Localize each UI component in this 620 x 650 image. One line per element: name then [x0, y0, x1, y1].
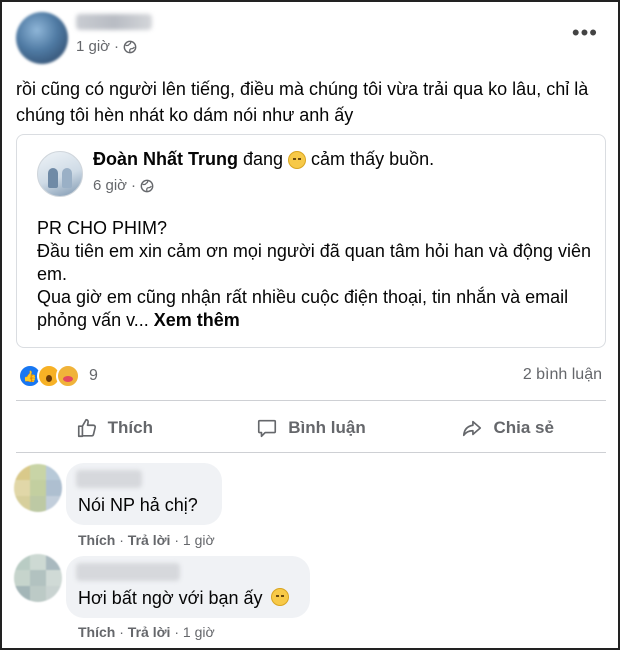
post-text: rồi cũng có người lên tiếng, điều mà chú… — [16, 79, 589, 125]
shared-author-avatar[interactable] — [37, 151, 83, 197]
comment-actions: Thích · Trả lời · 1 giờ — [78, 624, 215, 640]
shared-line: Qua giờ em cũng nhận rất nhiều cuộc điện… — [37, 287, 569, 330]
like-button[interactable]: Thích — [16, 408, 213, 448]
shared-post-card[interactable]: Đoàn Nhất Trung đang cảm thấy buồn. 6 gi… — [16, 134, 606, 348]
ellipsis-icon: ••• — [571, 20, 598, 45]
share-label: Chia sẻ — [493, 418, 554, 437]
post-meta: 1 giờ · — [76, 38, 137, 55]
more-options-button[interactable]: ••• — [572, 22, 598, 44]
comment-count-link[interactable]: 2 bình luận — [523, 366, 602, 384]
commenter-avatar[interactable] — [14, 464, 62, 512]
comment-actions: Thích · Trả lời · 1 giờ — [78, 532, 215, 548]
comment-button[interactable]: Bình luận — [213, 408, 410, 448]
shared-header: Đoàn Nhất Trung đang cảm thấy buồn. — [93, 149, 434, 170]
poster-name-blurred[interactable] — [76, 14, 152, 30]
post-time[interactable]: 1 giờ — [76, 38, 110, 55]
shared-line: PR CHO PHIM? — [37, 218, 168, 238]
see-more-link[interactable]: Xem thêm — [154, 310, 240, 330]
comment-icon — [258, 419, 277, 438]
like-label: Thích — [107, 418, 153, 437]
feeling-text: cảm thấy buồn. — [311, 149, 435, 169]
shared-time[interactable]: 6 giờ — [93, 177, 127, 194]
comment-like-link[interactable]: Thích — [78, 532, 115, 548]
feeling-prefix: đang — [243, 149, 284, 169]
comment-text: Nói NP hả chị? — [78, 495, 198, 515]
globe-icon — [123, 40, 137, 53]
care-reaction-icon — [56, 364, 80, 388]
comment-bubble: Nói NP hả chị? — [66, 463, 222, 525]
comment-time[interactable]: 1 giờ — [183, 624, 215, 640]
share-icon — [463, 420, 482, 437]
post-actions: Thích Bình luận Chia sẻ — [16, 408, 606, 448]
reaction-summary[interactable]: 👍 9 — [18, 364, 98, 388]
shared-body: PR CHO PHIM? Đầu tiên em xin cảm ơn mọi … — [37, 217, 597, 332]
comment-label: Bình luận — [288, 418, 366, 437]
comment-like-link[interactable]: Thích — [78, 624, 115, 640]
divider — [16, 452, 606, 453]
commenter-name-blurred[interactable] — [76, 470, 142, 488]
shared-author-name[interactable]: Đoàn Nhất Trung — [93, 149, 238, 170]
comment-text: Hơi bất ngờ với bạn ấy — [78, 588, 289, 609]
share-button[interactable]: Chia sẻ — [409, 408, 606, 448]
globe-icon — [140, 179, 154, 192]
thumbs-up-icon — [77, 418, 96, 438]
sad-face-icon — [288, 150, 307, 169]
commenter-name-blurred[interactable] — [76, 563, 180, 581]
shared-meta: 6 giờ · — [93, 177, 154, 194]
comment-reply-link[interactable]: Trả lời — [128, 624, 171, 640]
comment-time[interactable]: 1 giờ — [183, 532, 215, 548]
comment-reply-link[interactable]: Trả lời — [128, 532, 171, 548]
commenter-avatar[interactable] — [14, 554, 62, 602]
reaction-count: 9 — [89, 367, 98, 384]
poster-avatar[interactable] — [16, 12, 68, 64]
divider — [16, 400, 606, 401]
sad-face-icon — [270, 588, 289, 606]
shared-line: Đầu tiên em xin cảm ơn mọi người đã quan… — [37, 241, 591, 284]
comment-bubble: Hơi bất ngờ với bạn ấy — [66, 556, 310, 618]
